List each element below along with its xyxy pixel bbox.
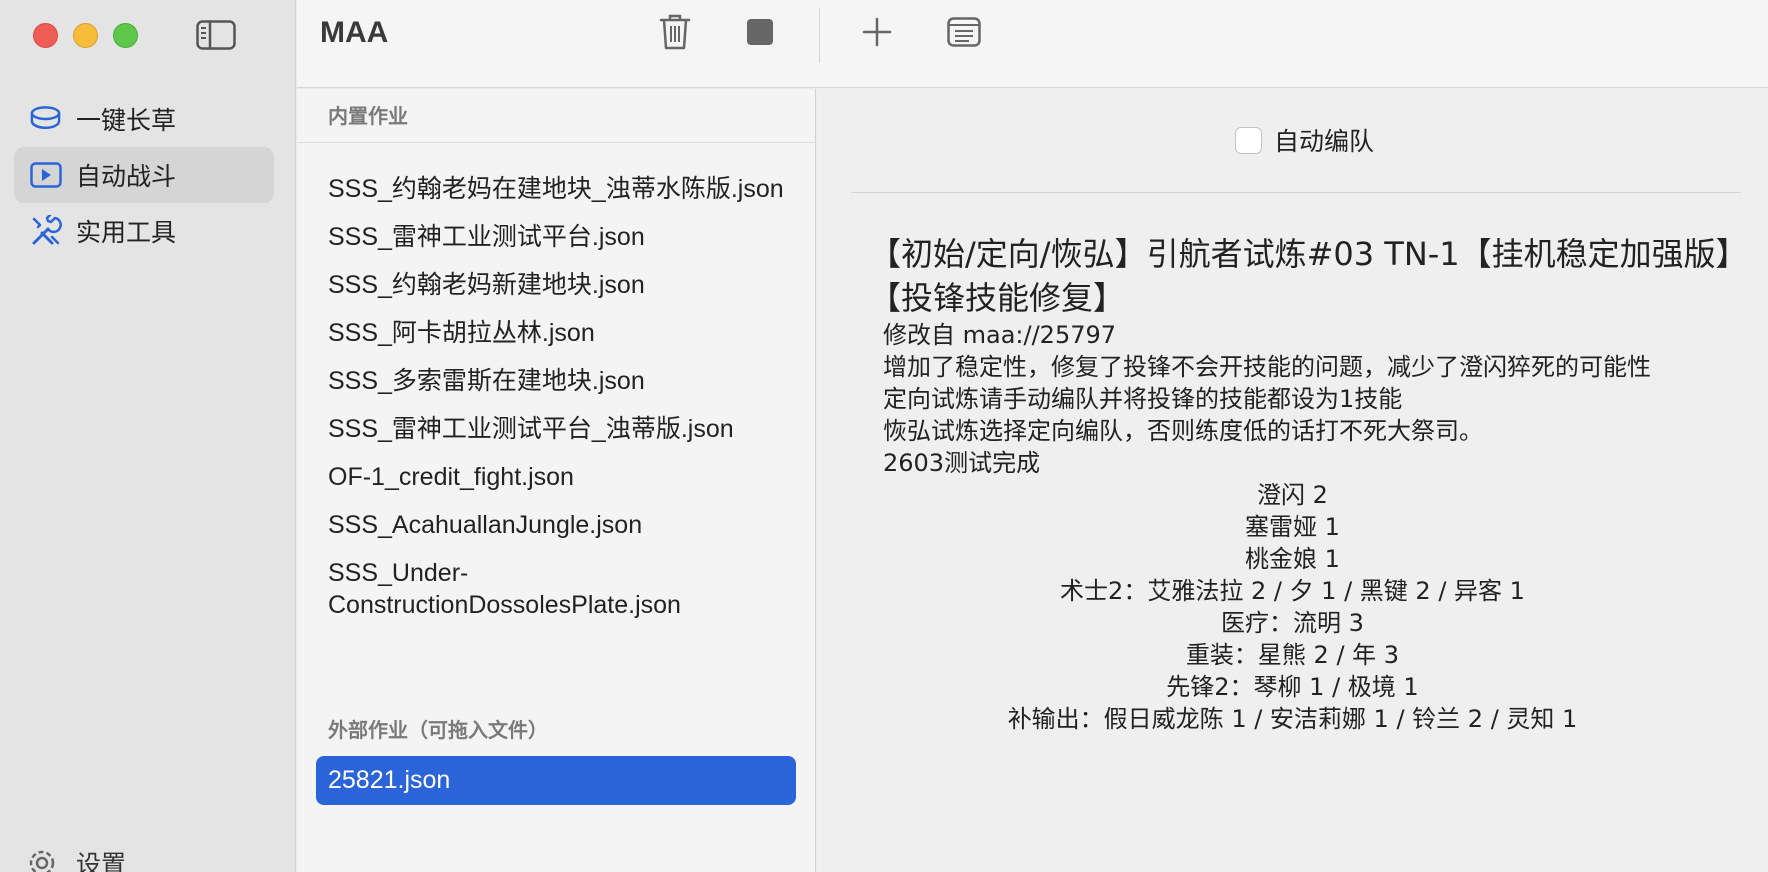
- operator-list: 澄闪 2 塞雷娅 1 桃金娘 1 术士2：艾雅法拉 2 / 夕 1 / 黑键 2…: [817, 479, 1768, 735]
- list-item[interactable]: SSS_阿卡胡拉丛林.json: [328, 317, 798, 349]
- builtin-list: SSS_约翰老妈在建地块_浊蒂水陈版.json SSS_雷神工业测试平台.jso…: [328, 173, 798, 637]
- sidebar: 一键长草 自动战斗 实用工具 设置: [0, 0, 296, 872]
- settings-label: 设置: [76, 850, 127, 872]
- sidebar-item-label: 实用工具: [76, 218, 177, 247]
- operator-line: 澄闪 2: [1257, 481, 1328, 509]
- app-window: 一键长草 自动战斗 实用工具 设置 MAA 内置作业 SSS_约翰老妈在建地块_…: [0, 0, 1768, 872]
- list-item[interactable]: SSS_雷神工业测试平台_浊蒂版.json: [328, 413, 798, 445]
- description-line: 定向试炼请手动编队并将投锋的技能都设为1技能: [883, 385, 1403, 413]
- list-item[interactable]: SSS_AcahuallanJungle.json: [328, 509, 798, 541]
- copilot-description: 修改自 maa://25797 增加了稳定性，修复了投锋不会开技能的问题，减少了…: [883, 319, 1753, 479]
- stop-icon: [746, 18, 774, 50]
- operator-line: 重装：星熊 2 / 年 3: [1185, 641, 1400, 669]
- tools-icon: [29, 215, 62, 248]
- description-line: 修改自 maa://25797: [883, 321, 1117, 349]
- list-item[interactable]: SSS_约翰老妈新建地块.json: [328, 269, 798, 301]
- zoom-window-button[interactable]: [113, 23, 138, 48]
- auto-team-label: 自动编队: [1274, 127, 1375, 156]
- list-item[interactable]: OF-1_credit_fight.json: [328, 461, 798, 493]
- operator-line: 补输出：假日威龙陈 1 / 安洁莉娜 1 / 铃兰 2 / 灵知 1: [1007, 705, 1578, 733]
- list-item[interactable]: SSS_多索雷斯在建地块.json: [328, 365, 798, 397]
- sidebar-item-label: 一键长草: [76, 106, 177, 135]
- copilot-list: 内置作业 SSS_约翰老妈在建地块_浊蒂水陈版.json SSS_雷神工业测试平…: [297, 89, 816, 872]
- divider: [851, 192, 1741, 193]
- sidebar-toggle-icon[interactable]: [196, 20, 236, 50]
- minimize-window-button[interactable]: [73, 23, 98, 48]
- builtin-section-header: 内置作业: [297, 89, 815, 143]
- sidebar-item-daily[interactable]: 一键长草: [14, 91, 274, 147]
- sidebar-nav: 一键长草 自动战斗 实用工具: [14, 91, 274, 259]
- operator-line: 医疗：流明 3: [1221, 609, 1364, 637]
- play-rectangle-icon: [29, 159, 62, 192]
- app-title: MAA: [320, 16, 389, 49]
- log-button[interactable]: [944, 14, 984, 54]
- sidebar-item-auto-battle[interactable]: 自动战斗: [14, 147, 274, 203]
- description-line: 恢弘试炼选择定向编队，否则练度低的话打不死大祭司。: [883, 417, 1483, 445]
- trash-icon: [659, 13, 691, 55]
- auto-team-toggle[interactable]: 自动编队: [1235, 122, 1374, 158]
- external-section-header: 外部作业（可拖入文件）: [328, 718, 548, 742]
- copilot-detail: 自动编队 【初始/定向/恢弘】引航者试炼#03 TN-1【挂机稳定加强版】【投锋…: [817, 89, 1768, 872]
- window-controls: [33, 23, 138, 48]
- operator-line: 先锋2：琴柳 1 / 极境 1: [1166, 673, 1419, 701]
- copilot-title: 【初始/定向/恢弘】引航者试炼#03 TN-1【挂机稳定加强版】【投锋技能修复】: [869, 235, 1748, 317]
- gear-icon: [26, 847, 58, 872]
- list-item[interactable]: SSS_雷神工业测试平台.json: [328, 221, 798, 253]
- document-list-icon: [947, 17, 981, 51]
- operator-line: 术士2：艾雅法拉 2 / 夕 1 / 黑键 2 / 异客 1: [1060, 577, 1525, 605]
- stop-button[interactable]: [740, 14, 780, 54]
- add-button[interactable]: [857, 14, 897, 54]
- delete-button[interactable]: [655, 14, 695, 54]
- tray-icon: [29, 103, 62, 136]
- description-line: 2603测试完成: [883, 449, 1041, 477]
- list-item[interactable]: SSS_约翰老妈在建地块_浊蒂水陈版.json: [328, 173, 798, 205]
- list-item-selected[interactable]: 25821.json: [316, 756, 796, 805]
- sidebar-item-label: 自动战斗: [76, 162, 177, 191]
- sidebar-item-tools[interactable]: 实用工具: [14, 203, 274, 259]
- auto-team-checkbox[interactable]: [1235, 126, 1262, 154]
- description-line: 增加了稳定性，修复了投锋不会开技能的问题，减少了澄闪猝死的可能性: [883, 353, 1651, 381]
- list-item[interactable]: SSS_Under-ConstructionDossolesPlate.json: [328, 557, 798, 621]
- operator-line: 桃金娘 1: [1245, 545, 1340, 573]
- operator-line: 塞雷娅 1: [1245, 513, 1340, 541]
- toolbar: MAA: [297, 0, 1768, 88]
- toolbar-divider: [819, 8, 820, 63]
- close-window-button[interactable]: [33, 23, 58, 48]
- plus-icon: [862, 17, 892, 51]
- sidebar-item-settings[interactable]: 设置: [26, 845, 126, 872]
